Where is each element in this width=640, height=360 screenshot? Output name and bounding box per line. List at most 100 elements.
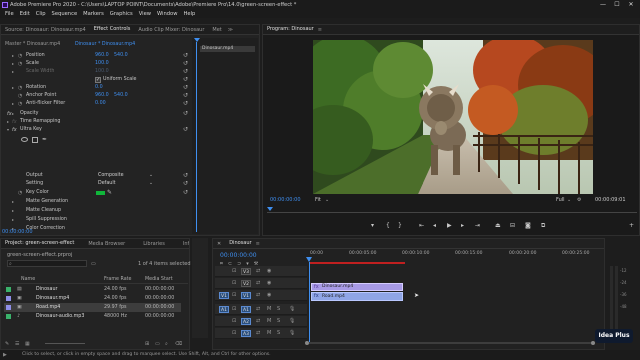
position-x-value[interactable]: 960.0 [95,52,109,60]
step-forward-icon[interactable]: ▸ [461,222,464,230]
reset-icon[interactable]: ↺ [183,181,189,187]
menu-window[interactable]: Window [157,10,177,18]
reset-icon[interactable]: ↺ [183,61,189,67]
stopwatch-icon[interactable]: ◔ [18,60,22,68]
tab-libraries[interactable]: Libraries [139,239,169,248]
track-header-a1[interactable]: A1 ⊡ A1 ⇄ M S 🎙 [215,304,307,315]
sync-icon[interactable]: ⇄ [256,268,260,274]
tab-project[interactable]: Project: green-screen-effect [1,239,78,248]
track-header-v2[interactable]: ⊡ V2 ⇄ ◉ [215,278,307,289]
menu-clip[interactable]: Clip [36,10,46,18]
camera-icon[interactable]: ◙ [525,222,531,230]
position-y-value[interactable]: 540.0 [114,52,128,60]
sequence-clip-label[interactable]: Dinosaur * Dinosaur.mp4 [75,42,135,47]
search-icon[interactable]: ⌕ [165,341,168,347]
setting-dropdown[interactable]: Default [98,180,116,188]
tab-media-browser[interactable]: Media Browser [84,239,129,248]
project-item-row[interactable]: ♪ Dinosaur-audio.mp3 48000 Hz 00:00:00:0… [4,312,181,321]
extract-icon[interactable]: ⊟ [510,222,515,230]
sync-icon[interactable]: ⇄ [256,318,260,324]
track-label[interactable]: V1 [241,292,251,299]
ec-row-matte-cleanup[interactable]: ▸ Matte Cleanup [1,207,191,215]
rotation-value[interactable]: 0.0 [95,84,103,92]
rectangle-mask-icon[interactable] [32,136,38,143]
reset-icon[interactable]: ↺ [183,93,189,99]
panel-menu-icon[interactable]: ≫ [228,27,233,33]
add-marker-icon[interactable]: ▾ [371,222,374,230]
scroll-handle-right[interactable] [591,341,595,345]
chevron-down-icon[interactable]: ⌄ [149,180,153,188]
solo-icon[interactable]: S [277,330,280,336]
mark-out-icon[interactable]: } [398,222,402,230]
playhead-icon[interactable] [267,207,273,211]
program-scrubber[interactable] [267,207,637,214]
stopwatch-icon[interactable]: ◔ [18,100,22,108]
project-search-input[interactable]: ⌕ [7,260,87,267]
tab-info[interactable]: Info [179,239,189,248]
track-label[interactable]: V3 [241,268,251,275]
menu-help[interactable]: Help [183,10,195,18]
compare-icon[interactable]: ⧉ [541,222,545,230]
eye-icon[interactable]: ◉ [267,292,271,298]
pen-mask-icon[interactable]: ✒ [42,136,47,143]
settings-icon[interactable]: ⚙ [577,197,581,203]
anchor-y-value[interactable]: 540.0 [114,92,128,100]
effect-clip-bar[interactable]: Dinosaur.mp4 [200,46,255,52]
timeline-clip-dinosaur[interactable]: fx Dinosaur.mp4 [311,283,403,291]
reset-icon[interactable]: ↺ [183,190,189,196]
eyedropper-icon[interactable]: ✎ [107,189,112,197]
menu-edit[interactable]: Edit [20,10,30,18]
reset-icon[interactable]: ↺ [183,101,189,107]
uniform-scale-checkbox[interactable]: ✓ [95,77,101,83]
icon-view-icon[interactable]: ▦ [25,341,30,347]
output-dropdown[interactable]: Composite [98,172,124,180]
column-name[interactable]: Name [21,277,35,282]
solo-icon[interactable]: S [277,306,280,312]
playhead-icon[interactable] [194,38,200,42]
sync-icon[interactable]: ⇄ [256,330,260,336]
reset-icon[interactable]: ↺ [183,111,189,117]
add-button-icon[interactable]: + [629,222,634,230]
panel-menu-icon[interactable]: ≡ [256,241,260,247]
fx-icon[interactable]: fx [12,126,17,134]
timeline-scrollbar[interactable] [305,341,595,346]
menu-view[interactable]: View [139,10,151,18]
reset-icon[interactable]: ↺ [183,85,189,91]
track-label[interactable]: V2 [241,280,251,287]
maximize-button[interactable]: ☐ [610,0,624,10]
play-icon[interactable]: ▶ [447,222,452,230]
sync-icon[interactable]: ⇄ [256,292,260,298]
go-to-in-icon[interactable]: ⇤ [419,222,424,230]
tab-program[interactable]: Program: Dinosaur [263,25,318,34]
resolution-dropdown[interactable]: Full [556,197,565,203]
mark-in-icon[interactable]: { [386,222,390,230]
ellipse-mask-icon[interactable] [21,137,28,142]
menu-graphics[interactable]: Graphics [110,10,133,18]
menu-file[interactable]: File [5,10,14,18]
tab-metadata[interactable]: Met [208,25,225,34]
anchor-x-value[interactable]: 960.0 [95,92,109,100]
sync-icon[interactable]: ⇄ [256,306,260,312]
mic-icon[interactable]: 🎙 [289,330,295,336]
program-video-frame[interactable] [313,40,593,194]
track-label[interactable]: A2 [241,318,251,325]
eye-icon[interactable]: ◉ [267,268,271,274]
reset-icon[interactable]: ↺ [183,77,189,83]
eye-icon[interactable]: ◉ [267,280,271,286]
track-header-a3[interactable]: ⊡ A3 ⇄ M S 🎙 [215,328,307,339]
mic-icon[interactable]: 🎙 [289,306,295,312]
zoom-slider[interactable] [45,343,85,344]
master-clip-label[interactable]: Master * Dinosaur.mp4 [5,42,60,47]
effect-mini-timeline[interactable]: Dinosaur.mp4 [192,38,258,234]
program-timecode[interactable]: 00:00:00:00 [270,197,301,203]
scroll-track[interactable] [309,342,591,344]
ec-row-matte-generation[interactable]: ▸ Matte Generation [1,198,191,206]
mic-icon[interactable]: 🎙 [289,318,295,324]
track-header-v1[interactable]: V1 ⊡ V1 ⇄ ◉ [215,290,307,301]
go-to-out-icon[interactable]: ⇥ [475,222,480,230]
reset-icon[interactable]: ↺ [183,127,189,133]
project-item-row-selected[interactable]: ▣ Road.mp4 29.97 fps 00:00:00:00 [4,303,181,312]
timeline-close-icon[interactable]: ✕ [213,239,225,248]
reset-icon[interactable]: ↺ [183,173,189,179]
ec-row-spill-suppression[interactable]: ▸ Spill Suppression [1,216,191,224]
